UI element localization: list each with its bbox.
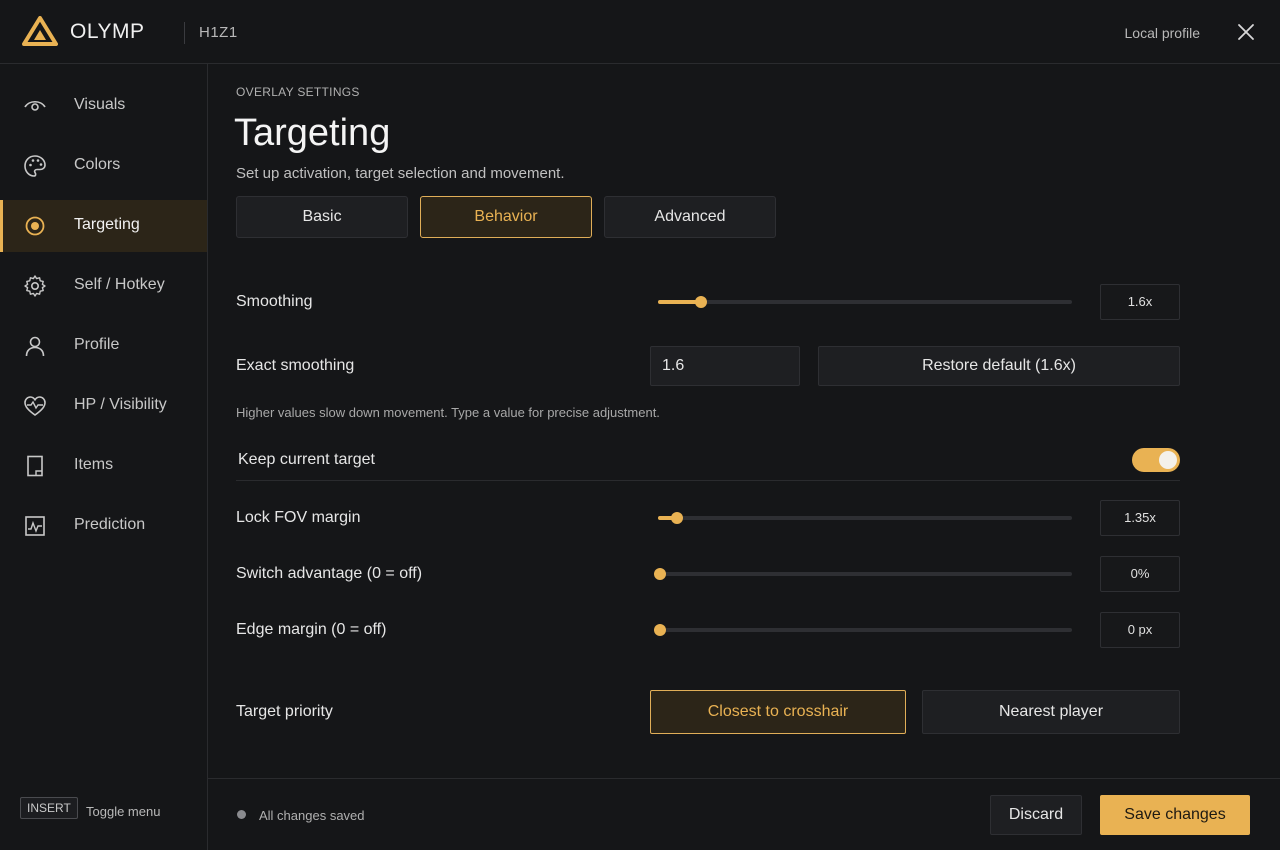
target-icon xyxy=(25,216,45,236)
sidebar-item-profile[interactable]: Profile xyxy=(0,320,207,372)
target-priority-label: Target priority xyxy=(236,703,333,720)
sidebar-item-label: Colors xyxy=(74,156,121,173)
save-status: All changes saved xyxy=(259,808,365,823)
sidebar-item-colors[interactable]: Colors xyxy=(0,140,207,192)
sidebar-item-label: Targeting xyxy=(74,216,140,233)
edge-margin-slider[interactable] xyxy=(654,624,1072,636)
heart-pulse-icon xyxy=(24,396,46,416)
smoothing-label: Smoothing xyxy=(236,293,313,310)
smoothing-hint: Higher values slow down movement. Type a… xyxy=(236,405,660,420)
sidebar-item-label: Self / Hotkey xyxy=(74,276,165,293)
page-subtitle: Set up activation, target selection and … xyxy=(236,165,565,182)
discard-button[interactable]: Discard xyxy=(990,795,1082,835)
user-icon xyxy=(25,336,45,357)
lock-fov-label: Lock FOV margin xyxy=(236,509,361,526)
shortcut-key: INSERT xyxy=(20,797,78,819)
priority-closest-crosshair[interactable]: Closest to crosshair xyxy=(650,690,906,734)
bookmark-icon xyxy=(27,455,43,477)
keep-target-label: Keep current target xyxy=(238,451,375,468)
shortcut-label: Toggle menu xyxy=(86,804,161,819)
sidebar-item-label: Visuals xyxy=(74,96,126,113)
sidebar-item-label: Profile xyxy=(74,336,120,353)
sidebar-item-hp-visibility[interactable]: HP / Visibility xyxy=(0,380,207,432)
header-divider xyxy=(184,22,185,44)
switch-advantage-label: Switch advantage (0 = off) xyxy=(236,565,423,582)
sidebar-item-label: Prediction xyxy=(74,516,146,533)
save-button[interactable]: Save changes xyxy=(1100,795,1250,835)
sidebar: Visuals Colors Targeting Self / Hotkey P… xyxy=(0,64,208,850)
switch-advantage-slider[interactable] xyxy=(654,568,1072,580)
smoothing-value[interactable]: 1.6x xyxy=(1100,284,1180,320)
exact-smoothing-input[interactable]: 1.6 xyxy=(650,346,800,386)
divider xyxy=(236,480,1180,481)
main-panel: OVERLAY SETTINGS Targeting Set up activa… xyxy=(208,64,1280,778)
edge-margin-value[interactable]: 0 px xyxy=(1100,612,1180,648)
smoothing-slider[interactable] xyxy=(658,296,1072,308)
sidebar-item-visuals[interactable]: Visuals xyxy=(0,80,207,132)
slider-thumb[interactable] xyxy=(695,296,707,308)
exact-smoothing-label: Exact smoothing xyxy=(236,357,355,374)
olymp-logo xyxy=(22,16,58,46)
page-title: Targeting xyxy=(234,112,391,154)
tab-behavior[interactable]: Behavior xyxy=(420,196,592,238)
profile-label[interactable]: Local profile xyxy=(1125,25,1201,41)
slider-fill xyxy=(658,300,699,304)
close-icon[interactable] xyxy=(1236,22,1256,42)
restore-default-button[interactable]: Restore default (1.6x) xyxy=(818,346,1180,386)
sidebar-item-label: HP / Visibility xyxy=(74,396,167,413)
status-dot xyxy=(237,810,246,819)
priority-nearest-player[interactable]: Nearest player xyxy=(922,690,1180,734)
sidebar-item-self-hotkey[interactable]: Self / Hotkey xyxy=(0,260,207,312)
gear-icon xyxy=(24,275,46,297)
sidebar-item-label: Items xyxy=(74,456,114,473)
game-name: H1Z1 xyxy=(199,24,238,41)
sidebar-item-targeting[interactable]: Targeting xyxy=(0,200,207,252)
switch-advantage-value[interactable]: 0% xyxy=(1100,556,1180,592)
eye-icon xyxy=(24,100,46,111)
toggle-knob xyxy=(1159,451,1177,469)
slider-thumb[interactable] xyxy=(671,512,683,524)
lock-fov-value[interactable]: 1.35x xyxy=(1100,500,1180,536)
lock-fov-slider[interactable] xyxy=(658,512,1072,524)
app-header: OLYMP H1Z1 Local profile xyxy=(0,0,1280,64)
section-label: OVERLAY SETTINGS xyxy=(236,85,360,99)
palette-icon xyxy=(24,155,46,177)
brand-name: OLYMP xyxy=(70,20,145,43)
sidebar-item-prediction[interactable]: Prediction xyxy=(0,500,207,552)
tab-basic[interactable]: Basic xyxy=(236,196,408,238)
edge-margin-label: Edge margin (0 = off) xyxy=(236,621,387,638)
keep-target-toggle[interactable] xyxy=(1132,448,1180,472)
footer-bar: All changes saved Discard Save changes xyxy=(208,778,1280,850)
tab-advanced[interactable]: Advanced xyxy=(604,196,776,238)
sidebar-item-items[interactable]: Items xyxy=(0,440,207,492)
chart-icon xyxy=(25,516,45,536)
slider-thumb[interactable] xyxy=(654,624,666,636)
slider-thumb[interactable] xyxy=(654,568,666,580)
